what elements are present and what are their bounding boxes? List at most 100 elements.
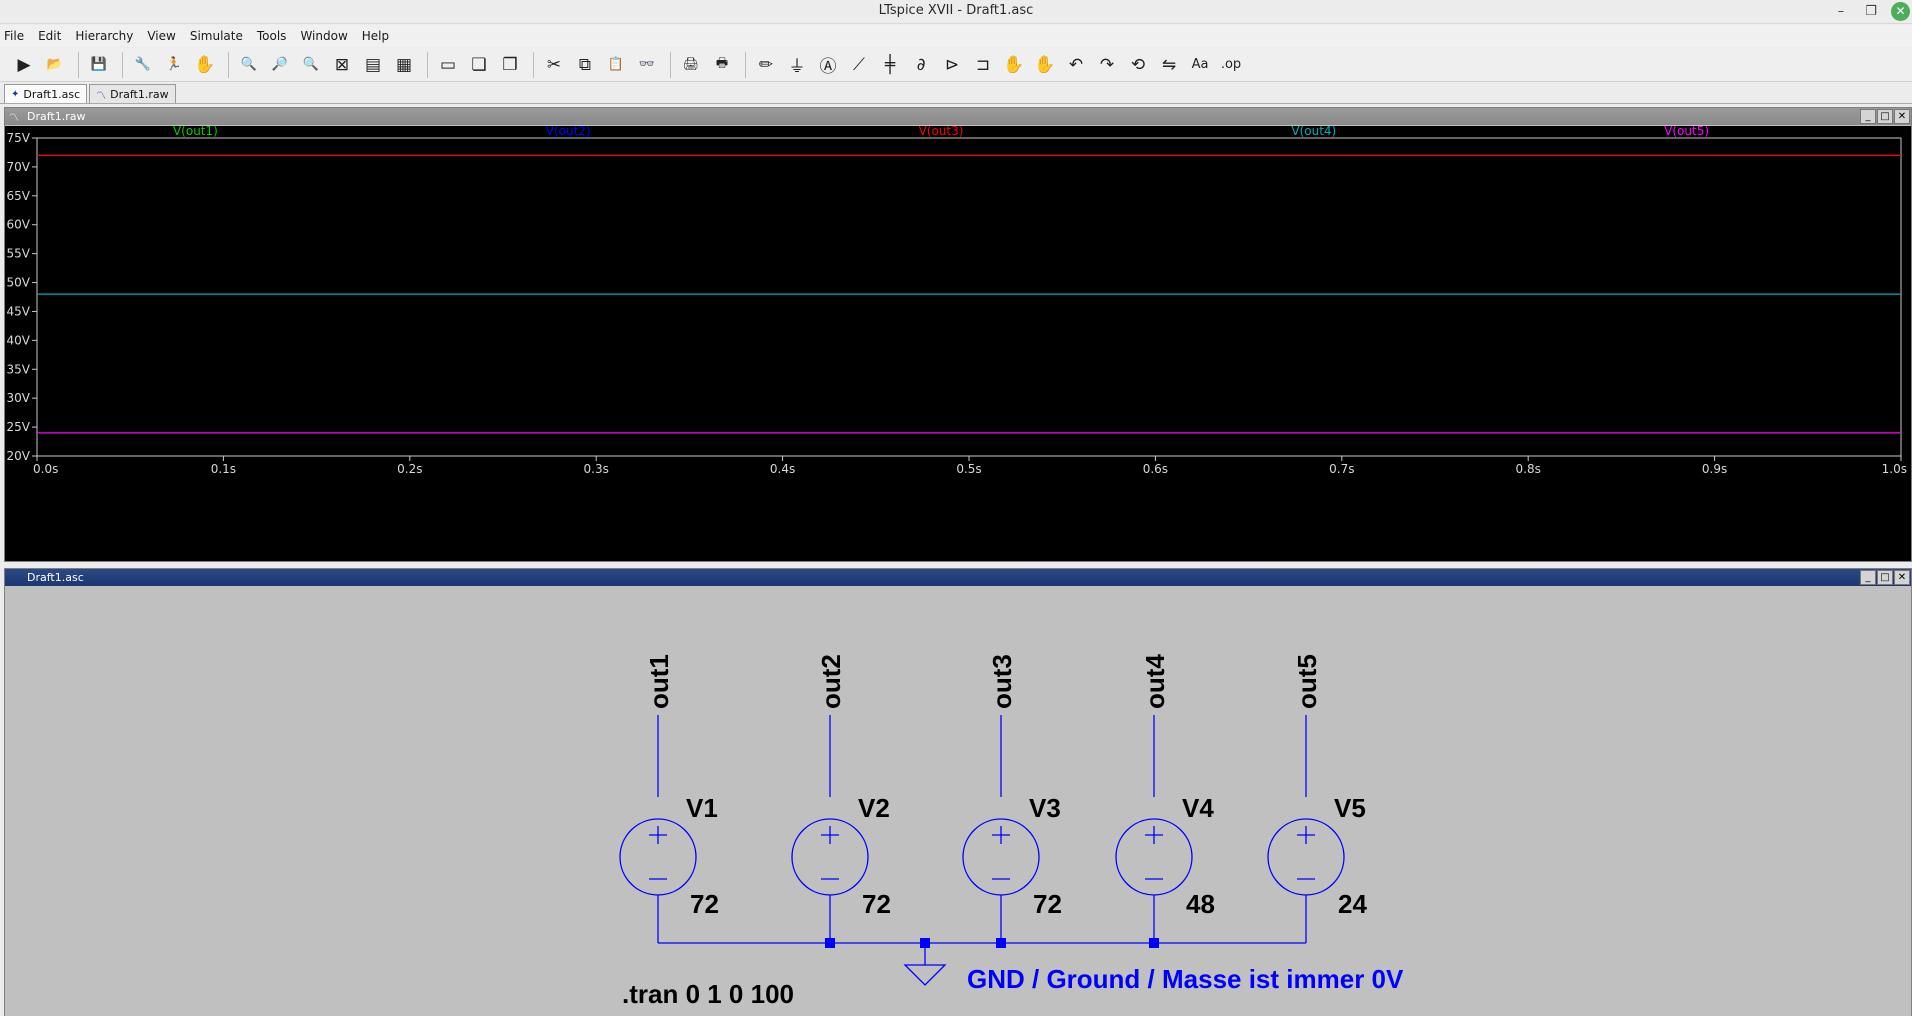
- x-tick-label: 1.0s: [1882, 462, 1907, 476]
- tab-draft1-asc[interactable]: ✦ Draft1.asc: [4, 84, 88, 103]
- source-name-label[interactable]: V1: [686, 793, 718, 823]
- control-panel-icon[interactable]: 🔧: [129, 51, 157, 79]
- trace-label[interactable]: V(out3): [919, 126, 964, 138]
- diode-icon[interactable]: ⊳: [938, 51, 966, 79]
- menu-edit[interactable]: Edit: [38, 29, 61, 43]
- net-label-out5[interactable]: out5: [1292, 654, 1322, 709]
- x-tick-label: 0.6s: [1143, 462, 1168, 476]
- source-value-label[interactable]: 72: [1033, 889, 1062, 919]
- menu-window[interactable]: Window: [300, 29, 347, 43]
- junction-dot: [825, 938, 835, 948]
- label-net-icon[interactable]: Ⓐ: [814, 51, 842, 79]
- source-name-label[interactable]: V3: [1029, 793, 1061, 823]
- junction-dot: [996, 938, 1006, 948]
- find-icon[interactable]: 👓: [633, 51, 661, 79]
- child-close-button[interactable]: ✕: [1894, 570, 1910, 585]
- text-icon[interactable]: Aa: [1186, 51, 1214, 79]
- net-label-out4[interactable]: out4: [1140, 654, 1170, 709]
- tile-vertical-icon[interactable]: ❐: [496, 51, 524, 79]
- rotate-icon[interactable]: ⟲: [1124, 51, 1152, 79]
- resistor-icon[interactable]: ⟋: [845, 51, 873, 79]
- y-tick-label: 20V: [7, 449, 31, 463]
- y-tick-label: 75V: [7, 131, 31, 145]
- trace-label[interactable]: V(out1): [173, 126, 218, 138]
- tile-horizontal-icon[interactable]: ▭: [434, 51, 462, 79]
- waveform-window-titlebar[interactable]: 〽 Draft1.raw: [5, 108, 1911, 125]
- source-name-label[interactable]: V5: [1334, 793, 1366, 823]
- wire-icon[interactable]: ✏: [752, 51, 780, 79]
- y-tick-label: 35V: [7, 362, 31, 376]
- run-icon[interactable]: ▶: [10, 51, 38, 79]
- minimize-icon[interactable]: –: [1830, 2, 1852, 22]
- close-icon[interactable]: ✕: [1891, 2, 1910, 21]
- copy-icon[interactable]: ⧉: [571, 51, 599, 79]
- menu-simulate[interactable]: Simulate: [190, 29, 243, 43]
- window-title: LTspice XVII - Draft1.asc: [878, 3, 1034, 18]
- zoom-in-icon[interactable]: 🔍: [235, 51, 263, 79]
- waveform-window-title: Draft1.raw: [27, 110, 86, 123]
- x-tick-label: 0.7s: [1329, 462, 1354, 476]
- waveform-plot[interactable]: 75V 70V 65V 60V 55V 50V 45V 40V 35V 30V 25V 20V0.0s…: [5, 126, 1911, 561]
- trace-label[interactable]: V(out5): [1664, 126, 1709, 138]
- schematic-icon: ✦: [11, 88, 20, 100]
- y-tick-label: 70V: [7, 160, 31, 174]
- zoom-out-icon[interactable]: 🔍: [297, 51, 325, 79]
- redo-icon[interactable]: ↷: [1093, 51, 1121, 79]
- mirror-icon[interactable]: ⇋: [1155, 51, 1183, 79]
- pan-icon[interactable]: ✋: [191, 51, 219, 79]
- source-value-label[interactable]: 48: [1186, 889, 1215, 919]
- menu-tools[interactable]: Tools: [257, 29, 287, 43]
- halt-icon[interactable]: 🏃: [160, 51, 188, 79]
- spice-directive[interactable]: .tran 0 1 0 100: [622, 979, 794, 1009]
- trace-label[interactable]: V(out2): [546, 126, 591, 138]
- maximize-icon[interactable]: ❐: [1860, 2, 1882, 22]
- save-icon[interactable]: 💾: [85, 51, 113, 79]
- source-value-label[interactable]: 72: [690, 889, 719, 919]
- trace-label[interactable]: V(out4): [1291, 126, 1336, 138]
- child-minimize-button[interactable]: _: [1860, 109, 1876, 124]
- open-icon[interactable]: 📂: [41, 51, 69, 79]
- menu-help[interactable]: Help: [362, 29, 389, 43]
- child-restore-button[interactable]: □: [1877, 570, 1893, 585]
- net-label-out2[interactable]: out2: [816, 654, 846, 709]
- plot-frame: [36, 137, 1902, 457]
- move-icon[interactable]: ✋: [1000, 51, 1028, 79]
- zoom-area-icon[interactable]: 🔎: [266, 51, 294, 79]
- menu-file[interactable]: File: [4, 29, 24, 43]
- print-icon[interactable]: 🖨: [677, 51, 705, 79]
- undo-icon[interactable]: ↶: [1062, 51, 1090, 79]
- tab-draft1-raw[interactable]: 〽 Draft1.raw: [89, 84, 176, 103]
- x-tick-label: 0.4s: [770, 462, 795, 476]
- net-label-out1[interactable]: out1: [644, 654, 674, 709]
- paste-icon[interactable]: 📋: [602, 51, 630, 79]
- ground-icon[interactable]: [903, 964, 947, 986]
- capacitor-icon[interactable]: ╪: [876, 51, 904, 79]
- source-name-label[interactable]: V4: [1182, 793, 1214, 823]
- schematic-canvas[interactable]: out1 V1 72 out2 V2 72 out3 V3 72 out4 V4 48 out5 V5 24…: [5, 587, 1911, 1016]
- mark-icon[interactable]: ▦: [390, 51, 418, 79]
- menu-hierarchy[interactable]: Hierarchy: [75, 29, 133, 43]
- child-close-button[interactable]: ✕: [1894, 109, 1910, 124]
- cut-icon[interactable]: ✂: [540, 51, 568, 79]
- net-label-out3[interactable]: out3: [987, 654, 1017, 709]
- inductor-icon[interactable]: ∂: [907, 51, 935, 79]
- menu-view[interactable]: View: [147, 29, 175, 43]
- x-tick-label: 0.2s: [397, 462, 422, 476]
- spice-directive-icon[interactable]: .op: [1217, 51, 1245, 79]
- component-icon[interactable]: ⊐: [969, 51, 997, 79]
- child-restore-button[interactable]: □: [1877, 109, 1893, 124]
- source-value-label[interactable]: 24: [1338, 889, 1367, 919]
- ground-icon[interactable]: ⏚: [783, 51, 811, 79]
- schematic-window-titlebar[interactable]: Draft1.asc: [5, 569, 1911, 586]
- source-name-label[interactable]: V2: [858, 793, 890, 823]
- cascade-icon[interactable]: ❏: [465, 51, 493, 79]
- child-minimize-button[interactable]: _: [1860, 570, 1876, 585]
- x-tick-label: 0.3s: [584, 462, 609, 476]
- drag-icon[interactable]: ✋: [1031, 51, 1059, 79]
- print-setup-icon[interactable]: 🖶: [708, 51, 736, 79]
- toolbar-separator: [533, 51, 534, 78]
- zoom-fit-icon[interactable]: ⊠: [328, 51, 356, 79]
- autorange-icon[interactable]: ▤: [359, 51, 387, 79]
- ground-comment[interactable]: GND / Ground / Masse ist immer 0V: [967, 964, 1404, 994]
- source-value-label[interactable]: 72: [862, 889, 891, 919]
